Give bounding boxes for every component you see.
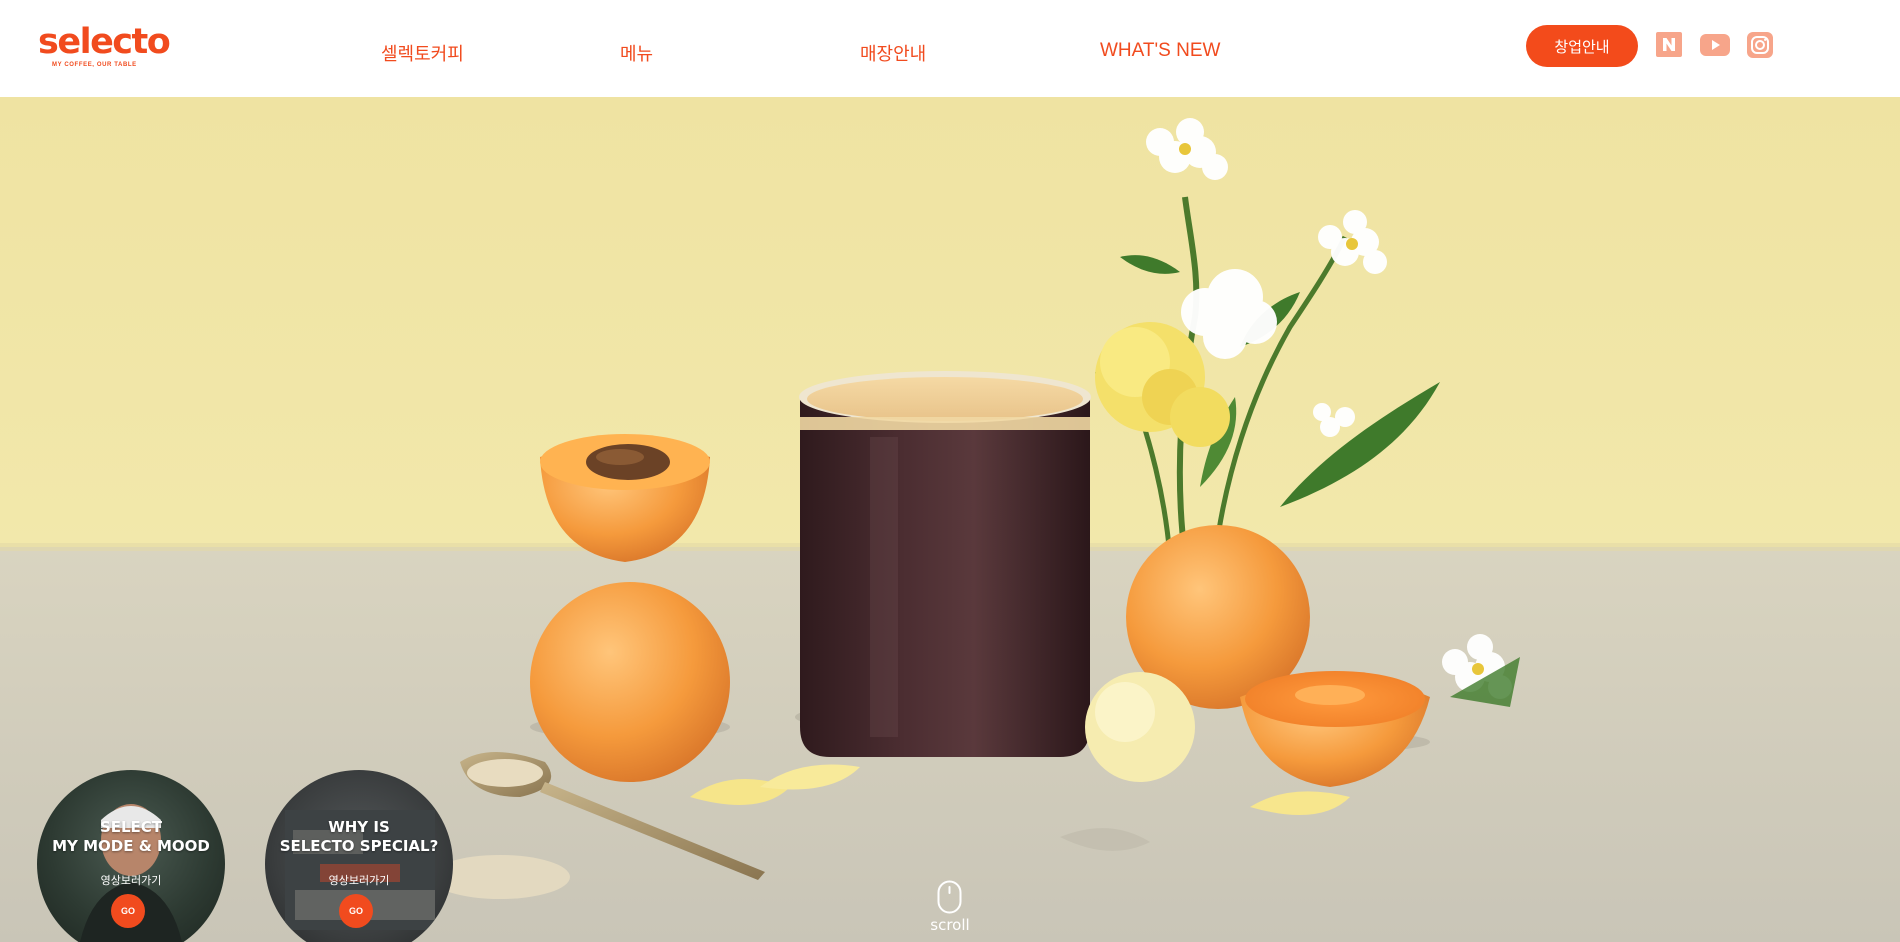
- hero-banner: SELECT MY MODE & MOOD 영상보러가기 GO WHY IS S…: [0, 97, 1900, 942]
- scroll-label: scroll: [930, 916, 970, 934]
- scroll-indicator[interactable]: scroll: [928, 880, 972, 936]
- nav-item-stores[interactable]: 매장안내: [860, 40, 926, 66]
- nav-item-whats-new[interactable]: WHAT'S NEW: [1100, 40, 1220, 62]
- video-card-subtitle: 영상보러가기: [328, 874, 390, 887]
- video-card-title-line2: SELECTO SPECIAL?: [279, 837, 439, 855]
- selecto-logo[interactable]: selecto MY COFFEE, OUR TABLE: [38, 22, 171, 70]
- video-card-title-line1: WHY IS: [328, 818, 390, 836]
- video-card-title-line2: MY MODE & MOOD: [52, 837, 210, 855]
- nav-item-selecto-coffee[interactable]: 셀렉토커피: [381, 40, 464, 66]
- mouse-scroll-icon: [937, 880, 962, 914]
- video-card-select-mode-mood[interactable]: SELECT MY MODE & MOOD 영상보러가기 GO: [37, 770, 225, 942]
- logo-wordmark: selecto: [38, 22, 171, 62]
- logo-tagline: MY COFFEE, OUR TABLE: [52, 62, 137, 68]
- page: selecto MY COFFEE, OUR TABLE 셀렉토커피 메뉴 매장…: [0, 0, 1900, 942]
- video-card-subtitle: 영상보러가기: [100, 874, 162, 887]
- video-card-title: WHY IS SELECTO SPECIAL?: [265, 818, 453, 856]
- naver-blog-icon[interactable]: [1656, 32, 1682, 57]
- youtube-icon[interactable]: [1700, 32, 1730, 58]
- go-button[interactable]: GO: [339, 894, 373, 928]
- video-card-title: SELECT MY MODE & MOOD: [37, 818, 225, 856]
- nav-item-menu[interactable]: 메뉴: [620, 40, 653, 66]
- instagram-icon[interactable]: [1747, 32, 1773, 58]
- site-header: selecto MY COFFEE, OUR TABLE 셀렉토커피 메뉴 매장…: [0, 0, 1900, 97]
- franchise-info-button[interactable]: 창업안내: [1526, 25, 1638, 67]
- video-card-title-line1: SELECT: [99, 818, 163, 836]
- video-card-why-selecto-special[interactable]: WHY IS SELECTO SPECIAL? 영상보러가기 GO: [265, 770, 453, 942]
- go-button[interactable]: GO: [111, 894, 145, 928]
